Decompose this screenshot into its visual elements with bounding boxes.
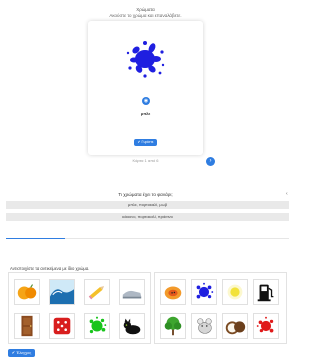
- card-word: μπλε: [140, 111, 151, 116]
- match-instruction: Αντιστοιχίστε τα αντικείμενα με ίδιο χρώ…: [10, 266, 90, 271]
- flashcard[interactable]: ◉ μπλε ✔ Γυρίστε: [88, 21, 203, 155]
- chevron-right-icon: ›: [209, 158, 212, 164]
- next-card-button[interactable]: ›: [206, 157, 215, 166]
- black-cat-icon[interactable]: [119, 313, 145, 339]
- blue-splash-icon[interactable]: [191, 279, 217, 305]
- check-button[interactable]: ✔ Έλεγχος: [8, 349, 35, 357]
- page-title: Χρώματα: [136, 7, 155, 12]
- wooden-door-icon[interactable]: [14, 313, 40, 339]
- source-items-panel: [8, 272, 151, 344]
- green-tree-icon[interactable]: [160, 313, 186, 339]
- papaya-icon[interactable]: [160, 279, 186, 305]
- answer-option[interactable]: κόκκινο, πορτοκαλί, πράσινο: [6, 213, 289, 221]
- speaker-icon: ◉: [143, 98, 149, 104]
- red-dice-icon[interactable]: [49, 313, 75, 339]
- wave-icon[interactable]: [49, 279, 75, 305]
- progress-bar-fill: [6, 238, 66, 239]
- red-splash-icon[interactable]: [253, 313, 279, 339]
- progress-bar: [6, 238, 289, 239]
- pencil-icon[interactable]: [84, 279, 110, 305]
- blue-paint-splash-icon: [122, 35, 168, 81]
- grey-mouse-icon[interactable]: [191, 313, 217, 339]
- coconut-icon[interactable]: [222, 313, 248, 339]
- sneakers-icon[interactable]: [119, 279, 145, 305]
- page-subtitle: Ακούστε το χρώμα και επαναλάβετε.: [109, 13, 182, 18]
- target-items-panel: [154, 272, 287, 344]
- fuel-pump-icon[interactable]: [253, 279, 279, 305]
- answer-option[interactable]: μπλε, πορτοκαλί, μωβ: [6, 201, 289, 209]
- green-splash-icon[interactable]: [84, 313, 110, 339]
- flip-card-button[interactable]: ✔ Γυρίστε: [134, 139, 157, 146]
- yellow-sun-icon[interactable]: [222, 279, 248, 305]
- audio-play-button[interactable]: ◉: [142, 97, 150, 105]
- orange-fruit-icon[interactable]: [14, 279, 40, 305]
- collapse-icon[interactable]: ‹: [286, 191, 288, 197]
- card-counter: Κάρτα 1 από 6: [132, 158, 159, 163]
- question-text: Τι χρώματα έχει το φανάρι;: [118, 192, 173, 197]
